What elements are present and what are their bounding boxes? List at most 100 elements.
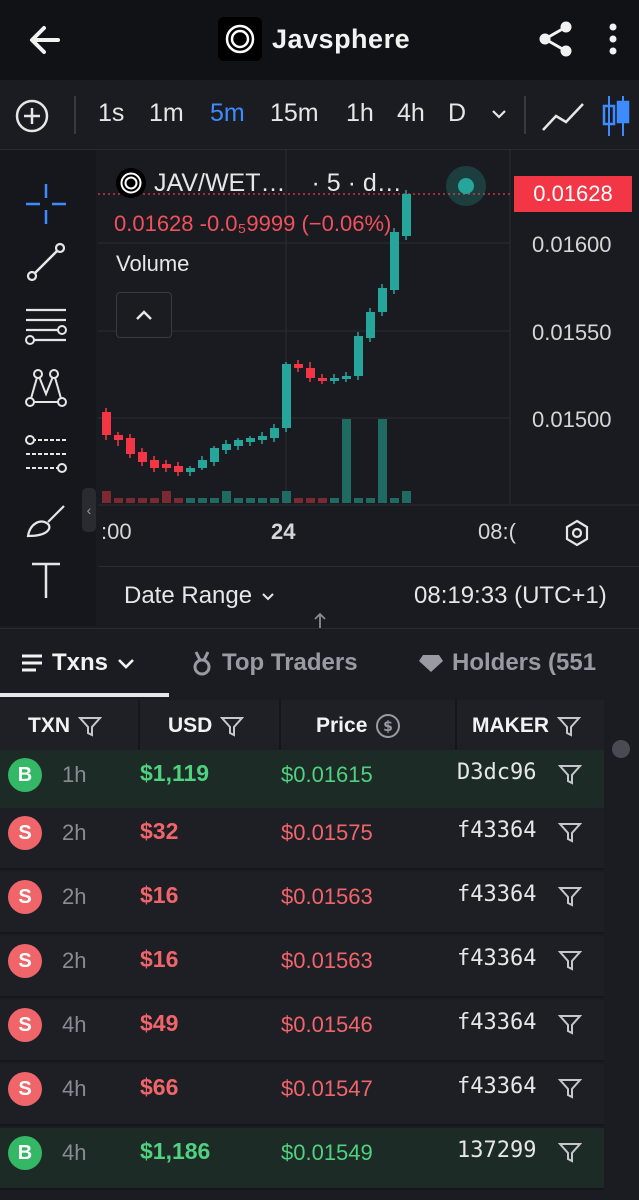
javsphere-logo-icon [218, 17, 262, 61]
filter-icon[interactable] [558, 948, 582, 972]
table-row[interactable]: S 2h $16 $0.01563 f43364 [0, 936, 604, 998]
txn-type-badge: S [8, 1072, 42, 1106]
chevron-down-icon [262, 593, 274, 601]
txn-maker[interactable]: f43364 [457, 818, 536, 843]
txn-maker[interactable]: f43364 [457, 882, 536, 907]
text-tool-icon[interactable] [22, 556, 70, 604]
volume-bar [210, 498, 219, 503]
candle-body [198, 460, 207, 468]
candlestick-chart-type-icon[interactable] [600, 92, 632, 140]
add-indicator-icon[interactable] [14, 98, 50, 134]
column-header-txn[interactable]: TXN [28, 700, 102, 752]
pattern-tool-icon[interactable] [22, 364, 70, 412]
volume-bar [354, 498, 363, 503]
candle-body [150, 460, 159, 468]
timeframe-15m[interactable]: 15m [270, 99, 319, 128]
timeframe-d[interactable]: D [448, 99, 466, 128]
crosshair-icon[interactable] [22, 180, 70, 228]
txn-maker[interactable]: 137299 [457, 1138, 536, 1163]
filter-icon[interactable] [558, 820, 582, 844]
txn-maker[interactable]: f43364 [457, 1074, 536, 1099]
chevron-down-icon [118, 659, 134, 669]
tab-top-traders-label: Top Traders [222, 649, 358, 676]
table-row[interactable]: S 4h $66 $0.01547 f43364 [0, 1064, 604, 1126]
txn-usd: $32 [140, 818, 179, 844]
table-row[interactable]: S 2h $32 $0.01575 f43364 [0, 808, 604, 870]
column-header-label: Price [316, 714, 368, 737]
txn-usd: $49 [140, 1010, 179, 1036]
timeframe-1s[interactable]: 1s [98, 99, 124, 128]
candle-body [102, 412, 111, 435]
volume-bar [330, 498, 339, 503]
filter-icon[interactable] [78, 715, 102, 737]
filter-icon[interactable] [558, 1076, 582, 1100]
toolbar-collapse-handle[interactable]: ‹ [82, 488, 96, 532]
candle-body [186, 468, 195, 472]
table-row[interactable]: B 1h $1,119 $0.01615 D3dc96 [0, 750, 604, 812]
pair-name: JAV/WET… [154, 168, 286, 197]
currency-toggle-icon[interactable]: $ [375, 713, 401, 739]
txn-type-badge: B [8, 1136, 42, 1170]
filter-icon[interactable] [558, 1140, 582, 1164]
app-title: Javsphere [272, 23, 411, 54]
pair-legend[interactable]: JAV/WET… · 5 · d… [116, 168, 402, 198]
timeframe-5m[interactable]: 5m [210, 99, 245, 128]
column-header-usd[interactable]: USD [168, 700, 245, 752]
fib-retracement-icon[interactable] [22, 430, 70, 478]
diamond-icon [419, 655, 443, 672]
tab-holders[interactable]: Holders (551 [418, 649, 596, 677]
column-header-maker[interactable]: MAKER [472, 700, 581, 752]
txn-usd: $1,186 [140, 1138, 211, 1164]
timeframe-1h[interactable]: 1h [346, 99, 374, 128]
table-row[interactable]: S 4h $49 $0.01546 f43364 [0, 1000, 604, 1062]
timeframe-4h[interactable]: 4h [397, 99, 425, 128]
column-header-label: TXN [28, 714, 70, 737]
back-arrow-icon[interactable] [22, 18, 70, 62]
table-row[interactable]: S 2h $16 $0.01563 f43364 [0, 872, 604, 934]
share-icon[interactable] [535, 18, 577, 60]
timeframe-dropdown-icon[interactable] [489, 104, 509, 124]
pair-interval: · 5 · d… [311, 168, 402, 197]
scrollbar-thumb[interactable] [612, 740, 630, 758]
filter-icon[interactable] [558, 1012, 582, 1036]
timeframe-1m[interactable]: 1m [149, 99, 184, 128]
txn-maker[interactable]: D3dc96 [457, 760, 536, 785]
line-chart-type-icon[interactable] [540, 96, 586, 136]
filter-icon[interactable] [558, 884, 582, 908]
txn-type-badge: S [8, 816, 42, 850]
candle-body [126, 438, 135, 454]
volume-bar [390, 498, 399, 503]
date-range-button[interactable]: Date Range [124, 582, 276, 610]
column-header-price[interactable]: Price $ [316, 700, 401, 752]
txn-usd: $16 [140, 882, 179, 908]
trend-line-icon[interactable] [22, 238, 70, 286]
volume-bar [366, 498, 375, 503]
tab-txns[interactable]: Txns [20, 649, 136, 677]
volume-bar [246, 498, 255, 503]
y-axis-tick: 0.01600 [532, 232, 612, 257]
volume-bar [150, 498, 159, 503]
table-row[interactable]: B 4h $1,186 $0.01549 137299 [0, 1128, 604, 1190]
app-title-group: Javsphere [218, 17, 410, 61]
volume-bar [138, 498, 147, 503]
legend-collapse-button[interactable] [116, 292, 172, 338]
chart-settings-icon[interactable] [562, 518, 592, 548]
txn-maker[interactable]: f43364 [457, 946, 536, 971]
filter-icon[interactable] [220, 715, 245, 737]
candle-body [174, 466, 183, 472]
divider [74, 96, 76, 134]
candle-body [354, 336, 363, 376]
txn-age: 4h [62, 1076, 87, 1101]
candle-body [162, 464, 171, 468]
more-vertical-icon[interactable] [598, 18, 628, 60]
txn-usd: $66 [140, 1074, 179, 1100]
brush-icon[interactable] [22, 496, 70, 544]
parallel-lines-icon[interactable] [22, 300, 70, 348]
x-axis-tick: :00 [101, 519, 132, 544]
candle-body [366, 312, 375, 338]
filter-icon[interactable] [558, 762, 582, 786]
tab-top-traders[interactable]: Top Traders [190, 649, 358, 677]
divider [524, 96, 526, 134]
txn-maker[interactable]: f43364 [457, 1010, 536, 1035]
filter-icon[interactable] [557, 715, 581, 737]
